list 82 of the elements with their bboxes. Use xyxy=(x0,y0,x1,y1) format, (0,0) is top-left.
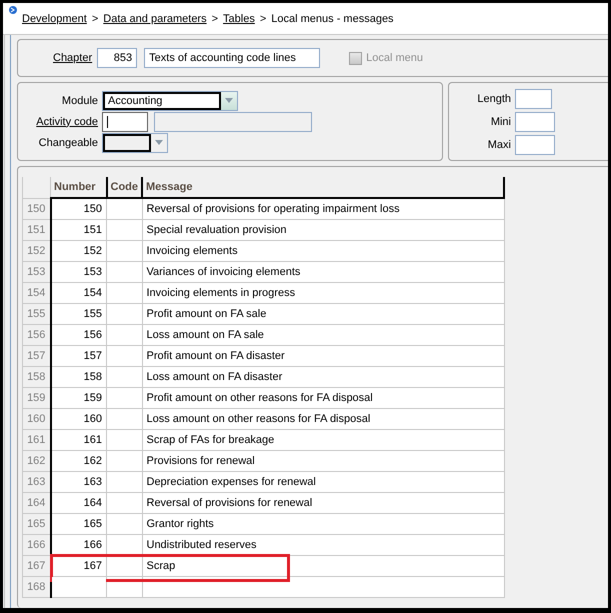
table-cell: 158 xyxy=(50,366,106,387)
changeable-label: Changeable xyxy=(38,136,98,148)
table-cell: Undistributed reserves xyxy=(142,534,504,555)
table-cell: Profit amount on FA sale xyxy=(142,303,504,324)
row-number[interactable]: 167 xyxy=(22,555,50,576)
row-number[interactable]: 154 xyxy=(22,282,50,303)
column-header[interactable]: Message xyxy=(142,177,504,198)
row-number[interactable]: 168 xyxy=(22,576,50,597)
row-number[interactable]: 152 xyxy=(22,240,50,261)
module-label: Module xyxy=(60,94,98,106)
row-number[interactable]: 158 xyxy=(22,366,50,387)
row-number[interactable]: 162 xyxy=(22,450,50,471)
activity-code-link[interactable]: Activity code xyxy=(18,116,98,128)
breadcrumb-separator: > xyxy=(260,12,266,24)
column-header[interactable]: Number xyxy=(50,177,106,198)
table-cell: Scrap of FAs for breakage xyxy=(142,429,504,450)
chapter-title-field[interactable]: Texts of accounting code lines xyxy=(144,48,320,68)
row-number[interactable]: 163 xyxy=(22,471,50,492)
changeable-dropdown[interactable] xyxy=(102,132,168,152)
chapter-number-field[interactable]: 853 xyxy=(97,48,138,68)
table-cell: Invoicing elements xyxy=(142,240,504,261)
row-number[interactable]: 160 xyxy=(22,408,50,429)
row-number[interactable]: 161 xyxy=(22,429,50,450)
table-cell: 153 xyxy=(50,261,106,282)
row-number[interactable]: 156 xyxy=(22,324,50,345)
table-cell: Variances of invoicing elements xyxy=(142,261,504,282)
activity-code-field[interactable] xyxy=(102,112,148,132)
table-cell: 164 xyxy=(50,492,106,513)
column-header[interactable]: Code xyxy=(106,177,142,198)
row-number[interactable]: 166 xyxy=(22,534,50,555)
table-cell: Provisions for renewal xyxy=(142,450,504,471)
table-cell: Invoicing elements in progress xyxy=(142,282,504,303)
table-cell: Profit amount on other reasons for FA disposal xyxy=(142,387,504,408)
table-cell: Grantor rights xyxy=(142,513,504,534)
breadcrumb-link[interactable]: Tables xyxy=(223,12,255,24)
local-menu-label: Local menu xyxy=(366,52,424,64)
breadcrumb-link[interactable]: Data and parameters xyxy=(103,12,207,24)
caret-icon[interactable] xyxy=(155,140,163,145)
table-cell: 165 xyxy=(50,513,106,534)
table-cell: Profit amount on FA disaster xyxy=(142,345,504,366)
limit-label: Mini xyxy=(490,116,511,128)
table-cell: Loss amount on FA sale xyxy=(142,324,504,345)
table-cell: Scrap xyxy=(142,555,504,576)
table-cell: 156 xyxy=(50,324,106,345)
table-cell: 161 xyxy=(50,429,106,450)
table-cell: Reversal of provisions for operating impairment loss xyxy=(142,198,504,219)
row-number[interactable]: 153 xyxy=(22,261,50,282)
table-cell: Loss amount on other reasons for FA disposal xyxy=(142,408,504,429)
caret-icon[interactable] xyxy=(225,98,233,103)
table-cell: 155 xyxy=(50,303,106,324)
row-number[interactable]: 150 xyxy=(22,198,50,219)
limit-field[interactable] xyxy=(515,112,555,132)
chapter-link[interactable]: Chapter xyxy=(53,52,92,64)
breadcrumb-separator: > xyxy=(212,12,218,24)
table-cell: 154 xyxy=(50,282,106,303)
breadcrumb-current: Local menus - messages xyxy=(271,12,394,24)
table-cell: 160 xyxy=(50,408,106,429)
table-cell: 152 xyxy=(50,240,106,261)
breadcrumb-link[interactable]: Development xyxy=(22,12,87,24)
module-dropdown[interactable]: Accounting xyxy=(102,90,238,110)
table-cell: 157 xyxy=(50,345,106,366)
table-cell: Special revaluation provision xyxy=(142,219,504,240)
table-cell: 151 xyxy=(50,219,106,240)
limit-field[interactable] xyxy=(515,134,555,154)
row-number[interactable]: 155 xyxy=(22,303,50,324)
table-cell: 163 xyxy=(50,471,106,492)
table-cell: 159 xyxy=(50,387,106,408)
row-number[interactable]: 159 xyxy=(22,387,50,408)
table-cell: Reversal of provisions for renewal xyxy=(142,492,504,513)
row-number[interactable]: 157 xyxy=(22,345,50,366)
row-number[interactable]: 165 xyxy=(22,513,50,534)
table-cell: Depreciation expenses for renewal xyxy=(142,471,504,492)
limit-label: Maxi xyxy=(486,138,511,150)
limit-field[interactable] xyxy=(515,88,552,108)
table-cell: Loss amount on FA disaster xyxy=(142,366,504,387)
breadcrumb-separator: > xyxy=(92,12,98,24)
row-number[interactable]: 151 xyxy=(22,219,50,240)
arrow-icon[interactable] xyxy=(9,6,17,14)
row-number[interactable]: 164 xyxy=(22,492,50,513)
table-cell: 162 xyxy=(50,450,106,471)
limit-label: Length xyxy=(476,92,511,104)
table-cell: 150 xyxy=(50,198,106,219)
